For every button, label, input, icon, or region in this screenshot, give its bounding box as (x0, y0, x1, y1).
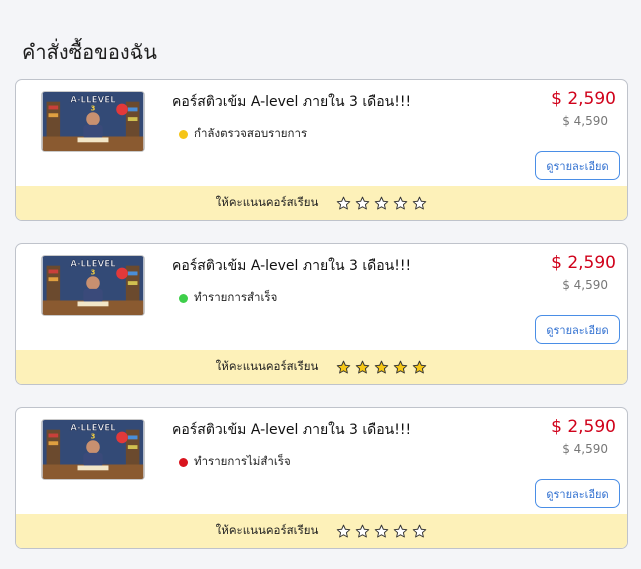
view-details-button[interactable]: ดูรายละเอียด (535, 315, 620, 344)
svg-text:3: 3 (91, 432, 96, 440)
order-status: ทำรายการสำเร็จ (179, 289, 277, 307)
course-title[interactable]: คอร์สติวเข้ม A-level ภายใน 3 เดือน!!! (172, 419, 411, 441)
star-icon[interactable] (412, 524, 427, 539)
course-title[interactable]: คอร์สติวเข้ม A-level ภายใน 3 เดือน!!! (172, 255, 411, 277)
price: $ 2,590 (551, 417, 616, 437)
old-price: $ 4,590 (562, 278, 608, 292)
status-label: ทำรายการไม่สำเร็จ (194, 454, 291, 468)
price: $ 2,590 (551, 89, 616, 109)
star-icon[interactable] (336, 196, 351, 211)
star-icon[interactable] (355, 524, 370, 539)
star-icon[interactable] (393, 524, 408, 539)
star-icon[interactable] (355, 196, 370, 211)
rating-bar: ให้คะแนนคอร์สเรียน (16, 514, 627, 548)
rating-label: ให้คะแนนคอร์สเรียน (215, 523, 319, 537)
course-thumbnail-image: A-LLEVEL 3 (42, 256, 144, 315)
old-price: $ 4,590 (562, 442, 608, 456)
star-icon[interactable] (336, 524, 351, 539)
rating-stars (336, 196, 427, 211)
old-price: $ 4,590 (562, 114, 608, 128)
svg-text:3: 3 (91, 104, 96, 112)
status-dot-icon (179, 457, 188, 467)
star-icon[interactable] (374, 524, 389, 539)
status-label: ทำรายการสำเร็จ (194, 290, 278, 304)
rating-stars (336, 360, 427, 375)
course-thumbnail[interactable]: A-LLEVEL 3 (41, 419, 145, 480)
order-status: กำลังตรวจสอบรายการ (179, 125, 307, 143)
view-details-button[interactable]: ดูรายละเอียด (535, 479, 620, 508)
course-thumbnail-image: A-LLEVEL 3 (42, 92, 144, 151)
star-icon[interactable] (393, 360, 408, 375)
order-card: A-LLEVEL 3 คอร์สติวเข้ม A-level ภายใน 3 … (15, 79, 628, 221)
star-icon[interactable] (374, 196, 389, 211)
star-icon[interactable] (374, 360, 389, 375)
rating-stars (336, 524, 427, 539)
course-thumbnail[interactable]: A-LLEVEL 3 (41, 91, 145, 152)
course-title[interactable]: คอร์สติวเข้ม A-level ภายใน 3 เดือน!!! (172, 91, 411, 113)
course-thumbnail[interactable]: A-LLEVEL 3 (41, 255, 145, 316)
rating-label: ให้คะแนนคอร์สเรียน (215, 359, 319, 373)
orders-page: คำสั่งซื้อของฉัน A-LLEVEL 3 คอร์สติวเข้ม… (0, 0, 641, 569)
star-icon[interactable] (412, 196, 427, 211)
page-title: คำสั่งซื้อของฉัน (22, 40, 157, 64)
status-dot-icon (179, 129, 188, 139)
svg-text:3: 3 (91, 268, 96, 276)
star-icon[interactable] (336, 360, 351, 375)
view-details-button[interactable]: ดูรายละเอียด (535, 151, 620, 180)
star-icon[interactable] (393, 196, 408, 211)
rating-bar: ให้คะแนนคอร์สเรียน (16, 186, 627, 220)
status-dot-icon (179, 293, 188, 303)
course-thumbnail-image: A-LLEVEL 3 (42, 420, 144, 479)
rating-label: ให้คะแนนคอร์สเรียน (215, 195, 319, 209)
order-card: A-LLEVEL 3 คอร์สติวเข้ม A-level ภายใน 3 … (15, 243, 628, 385)
star-icon[interactable] (355, 360, 370, 375)
order-status: ทำรายการไม่สำเร็จ (179, 453, 291, 471)
order-card: A-LLEVEL 3 คอร์สติวเข้ม A-level ภายใน 3 … (15, 407, 628, 549)
status-label: กำลังตรวจสอบรายการ (194, 126, 308, 140)
star-icon[interactable] (412, 360, 427, 375)
rating-bar: ให้คะแนนคอร์สเรียน (16, 350, 627, 384)
price: $ 2,590 (551, 253, 616, 273)
